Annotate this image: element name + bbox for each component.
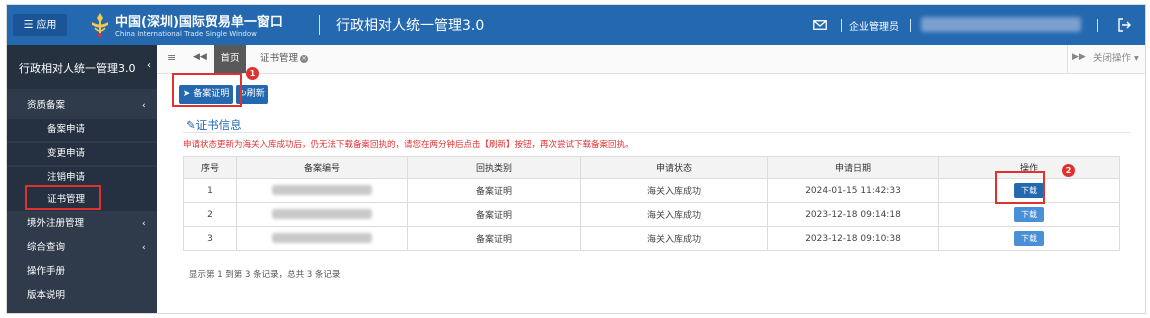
column-header: 申请日期: [767, 156, 939, 179]
sidebar-group-qualification[interactable]: 资质备案 ‹: [7, 95, 157, 117]
receipt-type: 备案证明: [407, 226, 581, 251]
download-button[interactable]: 下载: [1014, 207, 1044, 222]
app-menu-button[interactable]: ☰ 应用: [13, 14, 67, 36]
refresh-label: 刷新: [246, 89, 265, 99]
pagination-info: 显示第 1 到第 3 条记录，总共 3 条记录: [189, 270, 341, 280]
section-divider: [183, 132, 1131, 133]
sidebar-group-label: 资质备案: [27, 100, 66, 111]
tab-bar: ≡ ◀◀ 首页 证书管理 × ▶▶ 关闭操作 ▾: [157, 45, 1145, 74]
menu-toggle-icon[interactable]: ≡: [167, 51, 176, 64]
header-divider: [1097, 19, 1098, 32]
close-tab-icon[interactable]: ×: [300, 54, 308, 63]
section-title-text: 证书信息: [195, 118, 242, 132]
header-divider: [841, 19, 842, 32]
sidebar-group-label: 境外注册管理: [27, 218, 85, 229]
table-row: 3 备案证明 海关入库成功 2023-12-18 09:10:38 下载: [183, 226, 1120, 251]
step-badge-2: 2: [1062, 164, 1075, 177]
close-operations-dropdown[interactable]: 关闭操作 ▾: [1093, 45, 1139, 73]
system-title: 行政相对人统一管理3.0: [336, 18, 485, 34]
edit-icon: ✎: [186, 118, 196, 132]
chevron-left-icon: ‹: [142, 101, 146, 111]
sidebar-item-change[interactable]: 变更申请: [7, 143, 157, 165]
table-row: 2 备案证明 海关入库成功 2023-12-18 09:14:18 下载: [183, 202, 1120, 227]
record-number-redacted: [236, 226, 408, 251]
chevron-left-icon: ‹: [142, 243, 146, 253]
close-operations-label: 关闭操作: [1093, 53, 1132, 64]
logo-title: 中国(深圳)国际贸易单一窗口: [115, 15, 283, 30]
redacted-username: [921, 17, 1081, 32]
row-number: 2: [183, 202, 237, 227]
column-header: 回执类别: [407, 156, 581, 179]
application-status: 海关入库成功: [580, 226, 768, 251]
table-row: 1 备案证明 海关入库成功 2024-01-15 11:42:33 下载: [183, 178, 1120, 203]
action-cell: 下载: [938, 202, 1120, 227]
sidebar-group-label: 综合查询: [27, 242, 66, 253]
sidebar-item-label: 变更申请: [47, 148, 86, 159]
step-badge-1: 1: [246, 67, 259, 80]
header-divider: [910, 19, 911, 32]
tab-scroll-right-icon[interactable]: ▶▶: [1072, 52, 1086, 62]
row-number: 3: [183, 226, 237, 251]
receipt-type: 备案证明: [407, 202, 581, 227]
sidebar-group-overseas[interactable]: 境外注册管理 ‹: [7, 213, 157, 235]
tab-certificates[interactable]: 证书管理 ×: [249, 45, 319, 73]
user-role: 企业管理员: [849, 22, 899, 33]
highlight-box-certificates: [25, 185, 101, 210]
application-date: 2023-12-18 09:14:18: [767, 202, 939, 227]
title-divider: [319, 15, 320, 35]
highlight-box-download: [995, 171, 1045, 204]
top-header: ☰ 应用 中国(深圳)国际贸易单一窗口 China International T…: [7, 5, 1145, 45]
row-number: 1: [183, 178, 237, 203]
app-button-label: 应用: [36, 20, 57, 31]
tab-home[interactable]: 首页: [214, 45, 246, 73]
logout-icon[interactable]: [1117, 18, 1131, 32]
logo-subtitle: China International Trade Single Window: [115, 30, 257, 38]
sidebar-item-manual[interactable]: 操作手册: [7, 261, 157, 283]
application-status: 海关入库成功: [580, 178, 768, 203]
tab-scroll-left-icon[interactable]: ◀◀: [193, 52, 207, 62]
mail-icon[interactable]: [813, 20, 827, 30]
application-date: 2023-12-18 09:10:38: [767, 226, 939, 251]
application-date: 2024-01-15 11:42:33: [767, 178, 939, 203]
tab-label: 证书管理: [259, 53, 298, 64]
receipt-type: 备案证明: [407, 178, 581, 203]
action-cell: 下载: [938, 226, 1120, 251]
chevron-left-icon: ‹: [142, 219, 146, 229]
hamburger-icon: ☰: [23, 18, 34, 31]
record-number-redacted: [236, 178, 408, 203]
certificates-table: 序号 备案编号 回执类别 申请状态 申请日期 操作 1 备案证明 海关入库成功 …: [183, 156, 1120, 251]
column-header: 申请状态: [580, 156, 768, 179]
table-header-row: 序号 备案编号 回执类别 申请状态 申请日期 操作: [183, 156, 1120, 179]
download-button[interactable]: 下载: [1014, 231, 1044, 246]
sidebar-item-label: 备案申请: [47, 124, 86, 135]
warning-text: 申请状态更新为海关入库成功后，仍无法下载备案回执的，请您在两分钟后点击【刷新】按…: [183, 140, 634, 150]
record-number-redacted: [236, 202, 408, 227]
collapse-chevron-icon[interactable]: ‹: [147, 60, 151, 71]
sidebar-group-query[interactable]: 综合查询 ‹: [7, 237, 157, 259]
tab-divider: [1067, 45, 1068, 73]
customs-emblem-icon: [92, 13, 108, 37]
sidebar-group-label: 版本说明: [27, 290, 66, 301]
section-title: ✎证书信息: [186, 117, 242, 133]
column-header: 序号: [183, 156, 237, 179]
sidebar-header: 行政相对人统一管理3.0 ‹: [7, 45, 157, 89]
column-header: 备案编号: [236, 156, 408, 179]
sidebar-item-version[interactable]: 版本说明: [7, 285, 157, 307]
application-status: 海关入库成功: [580, 202, 768, 227]
sidebar-group-label: 操作手册: [27, 266, 66, 277]
sidebar: 行政相对人统一管理3.0 ‹ 资质备案 ‹ 备案申请 变更申请 注销申请 证书管…: [7, 45, 157, 313]
sidebar-title: 行政相对人统一管理3.0: [19, 62, 136, 75]
highlight-box-record-proof: [172, 73, 242, 107]
sidebar-item-apply[interactable]: 备案申请: [7, 119, 157, 141]
app-window: ☰ 应用 中国(深圳)国际贸易单一窗口 China International T…: [6, 4, 1146, 314]
